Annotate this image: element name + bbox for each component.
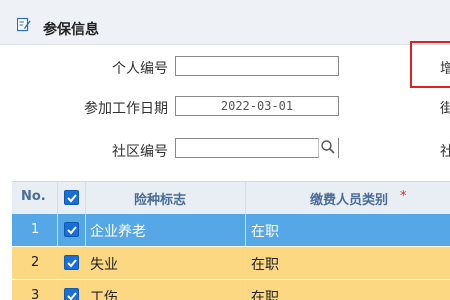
- table-row[interactable]: 1 企业养老 在职: [12, 214, 450, 247]
- row-type: 企业养老: [90, 224, 146, 240]
- header-select-all-cell[interactable]: [58, 182, 86, 214]
- row-select-cell[interactable]: [58, 280, 86, 300]
- header-type-cell: 险种标志: [86, 182, 246, 214]
- select-all-checkbox[interactable]: [64, 190, 79, 205]
- header-no-cell: No.: [12, 182, 58, 214]
- work-start-date-input[interactable]: 2022-03-01: [175, 96, 339, 116]
- header-category: 缴费人员类别: [310, 193, 389, 208]
- row-no-cell: 1: [12, 214, 58, 246]
- header-type: 险种标志: [134, 193, 187, 208]
- row-type: 失业: [90, 257, 118, 273]
- page: 参保信息 个人编号 参加工作日期 2022-03-01 社区编号 增 街 社 N…: [0, 0, 450, 300]
- row-type-cell: 失业: [86, 247, 246, 279]
- header-category-cell: 缴费人员类别 *: [246, 182, 450, 214]
- table-row[interactable]: 3 工伤 在职: [12, 280, 450, 300]
- row-select-cell[interactable]: [58, 247, 86, 279]
- row-category: 在职: [251, 257, 279, 273]
- section-header: 参保信息: [0, 0, 450, 45]
- row-no: 2: [31, 255, 40, 270]
- row-category-cell[interactable]: 在职: [246, 214, 450, 246]
- work-start-date-label: 参加工作日期: [84, 101, 168, 117]
- row-no: 3: [31, 288, 40, 300]
- community-id-input[interactable]: [175, 138, 339, 158]
- row-select-cell[interactable]: [58, 214, 86, 246]
- row-no: 1: [31, 222, 40, 237]
- personal-id-label: 个人编号: [112, 61, 168, 77]
- right-label-2: 街: [440, 101, 450, 117]
- row-checkbox[interactable]: [64, 288, 79, 300]
- row-category-cell[interactable]: 在职: [246, 247, 450, 279]
- search-button[interactable]: [318, 138, 338, 158]
- right-label-1: 增: [440, 61, 450, 77]
- table-row[interactable]: 2 失业 在职: [12, 247, 450, 280]
- row-category-cell[interactable]: 在职: [246, 280, 450, 300]
- row-checkbox[interactable]: [64, 255, 79, 270]
- table-header: No. 险种标志 缴费人员类别 *: [12, 181, 450, 215]
- right-label-3: 社: [440, 144, 450, 160]
- edit-icon: [16, 17, 31, 32]
- search-icon: [321, 140, 335, 154]
- row-category: 在职: [251, 224, 279, 240]
- row-no-cell: 3: [12, 280, 58, 300]
- header-no: No.: [21, 189, 46, 204]
- required-mark: *: [400, 189, 407, 204]
- row-no-cell: 2: [12, 247, 58, 279]
- section-title: 参保信息: [43, 22, 99, 38]
- row-type: 工伤: [90, 290, 118, 300]
- row-category: 在职: [251, 290, 279, 300]
- row-type-cell: 工伤: [86, 280, 246, 300]
- personal-id-input[interactable]: [175, 56, 339, 76]
- community-id-label: 社区编号: [112, 144, 168, 160]
- row-checkbox[interactable]: [64, 222, 79, 237]
- row-type-cell: 企业养老: [86, 214, 246, 246]
